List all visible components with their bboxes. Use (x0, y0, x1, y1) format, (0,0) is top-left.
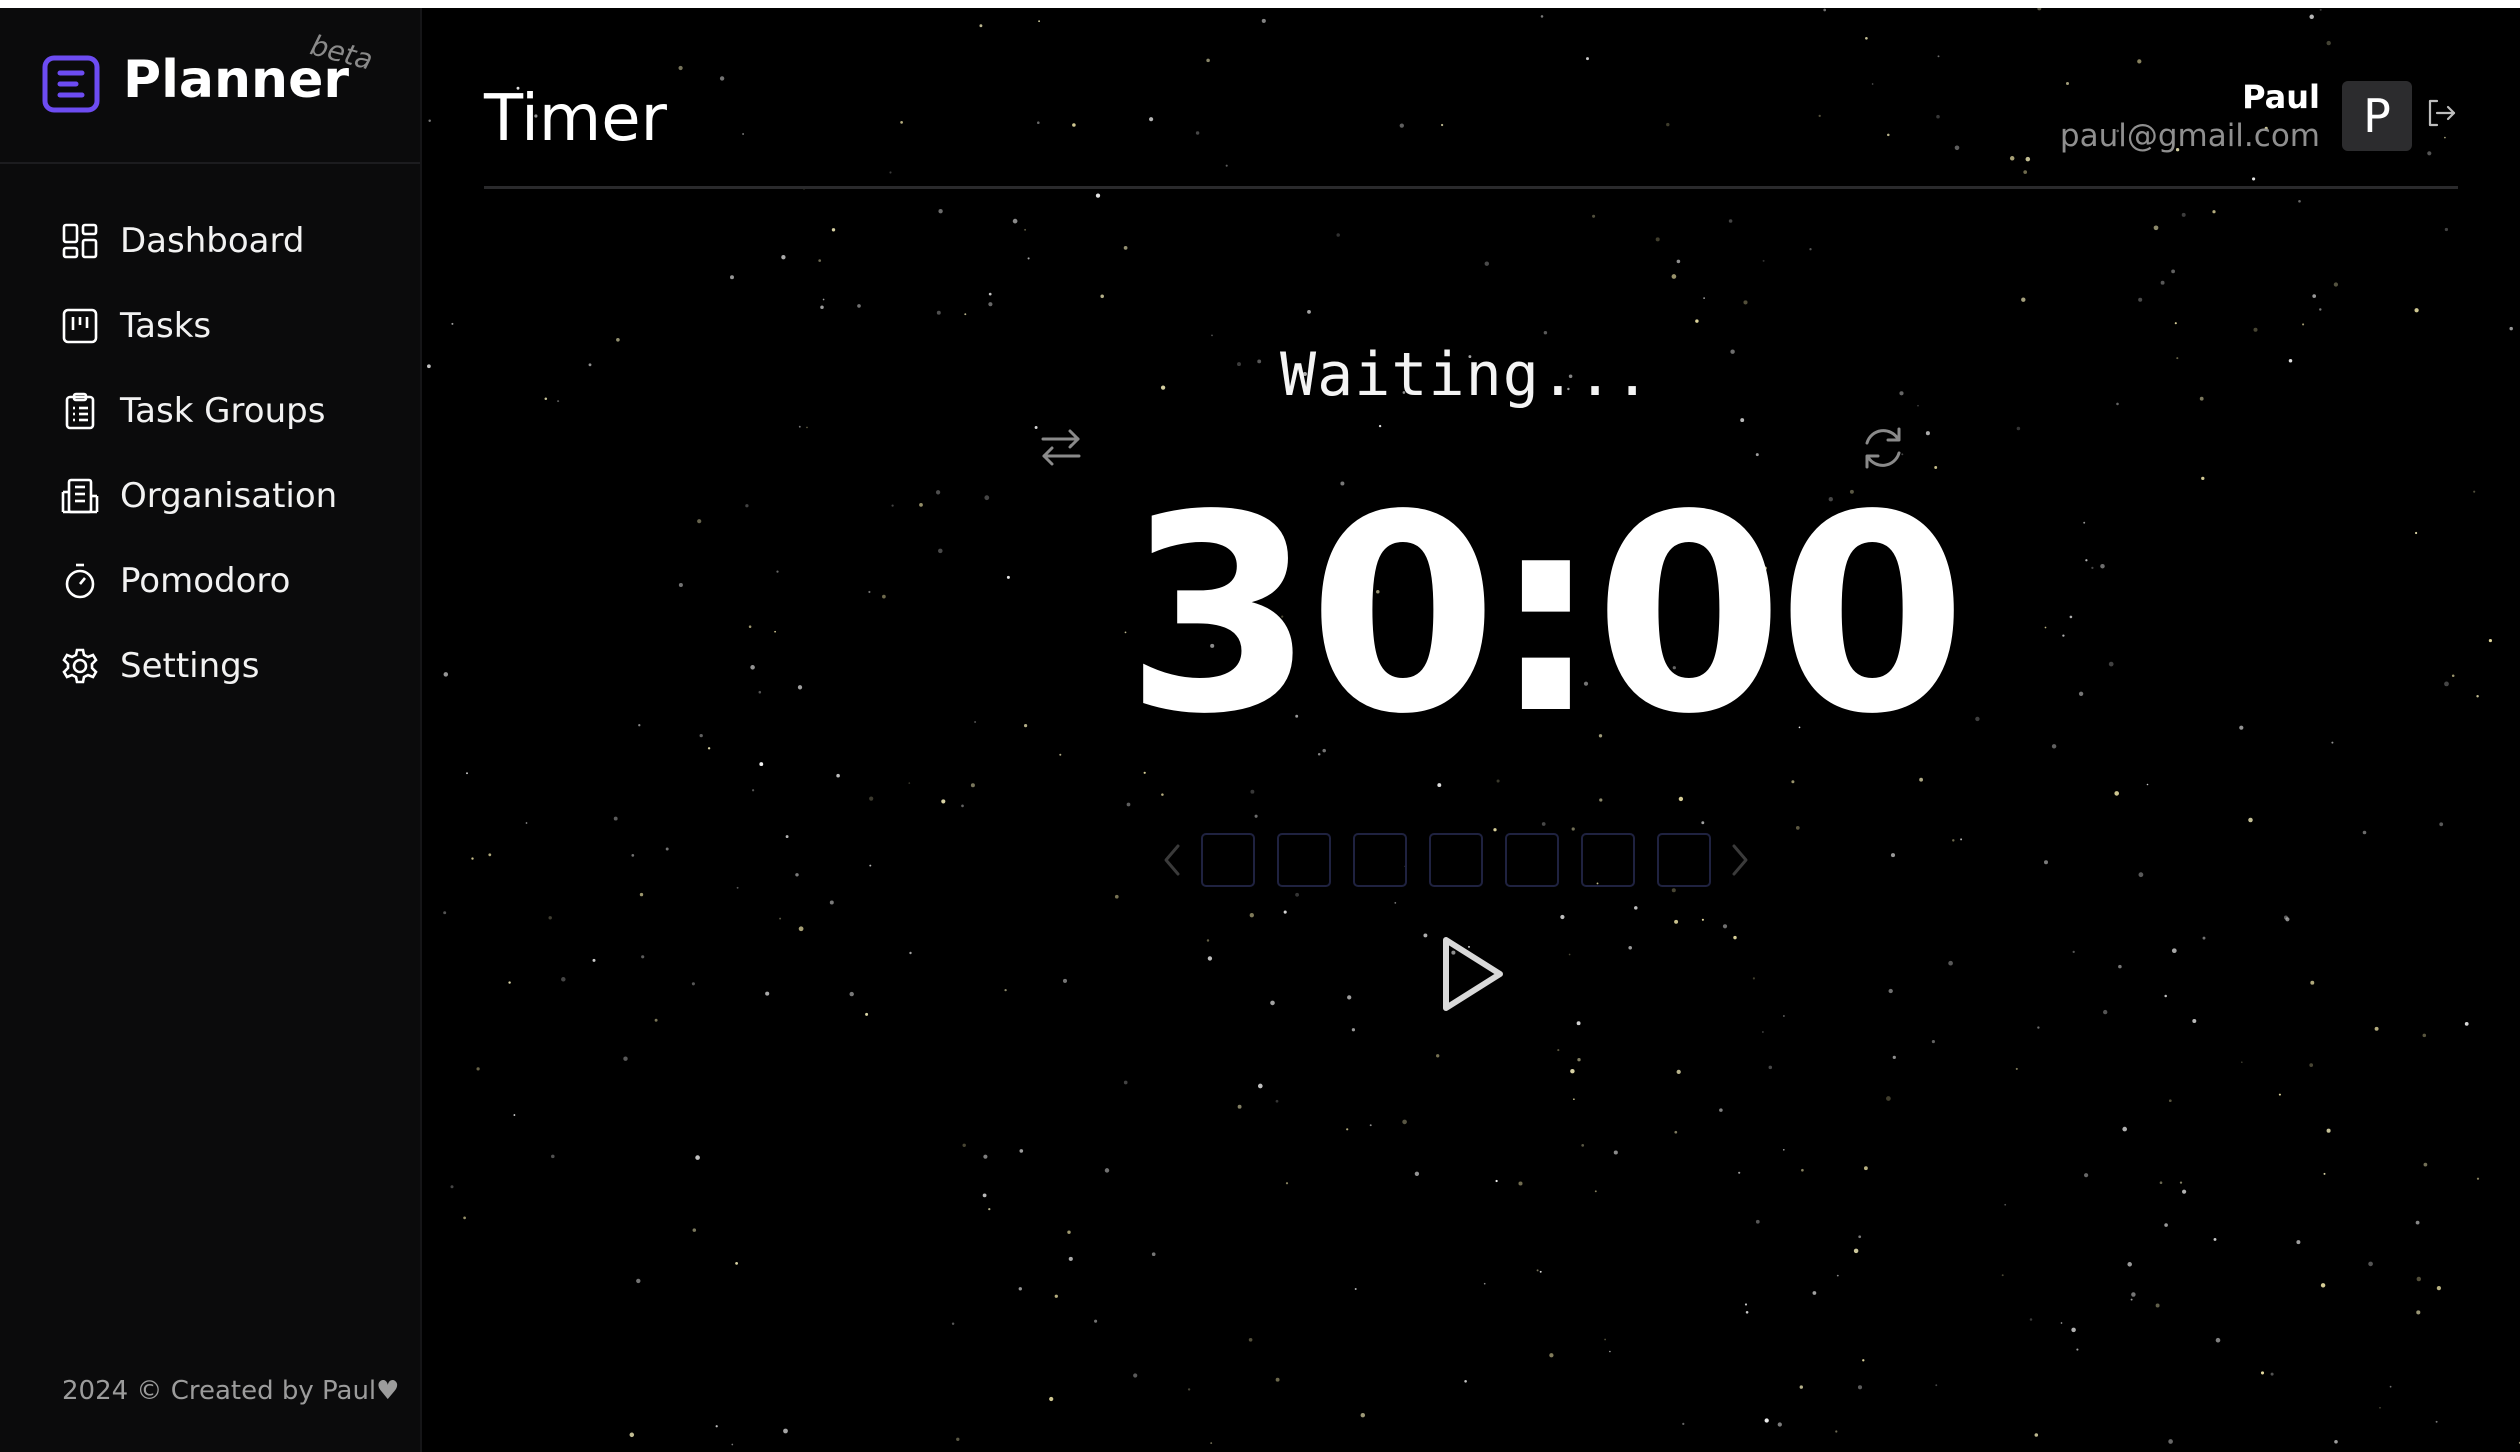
chevron-left-icon (1164, 844, 1180, 876)
session-slot (1505, 833, 1559, 887)
session-slot (1581, 833, 1635, 887)
session-slot (1429, 833, 1483, 887)
user-email: paul@gmail.com (2059, 118, 2320, 154)
timer-display: 30:00 (1125, 458, 1967, 774)
session-slot (1353, 833, 1407, 887)
sidebar-item-tasks[interactable]: Tasks (0, 283, 420, 368)
dashboard-icon (62, 223, 98, 258)
footer-credit: 2024 © Created by Paul♥ (62, 1376, 400, 1406)
sidebar-item-organisation[interactable]: Organisation (0, 453, 420, 538)
session-slot (1657, 833, 1711, 887)
sidebar-item-dashboard[interactable]: Dashboard (0, 198, 420, 283)
avatar[interactable]: P (2342, 81, 2412, 151)
play-button[interactable] (1438, 934, 1508, 1014)
window-top-border (0, 0, 2520, 8)
sidebar-item-label: Tasks (120, 305, 212, 346)
brand[interactable]: Planner beta (0, 8, 420, 164)
sidebar-item-task-groups[interactable]: Task Groups (0, 368, 420, 453)
session-pager (1154, 832, 1758, 888)
building-icon (61, 478, 99, 513)
header-divider (484, 186, 2458, 189)
sidebar-item-label: Settings (120, 645, 260, 686)
session-slot (1277, 833, 1331, 887)
stopwatch-icon (65, 563, 95, 598)
sidebar-item-label: Pomodoro (120, 560, 291, 601)
logout-icon[interactable] (2424, 96, 2458, 130)
gear-icon (62, 648, 98, 683)
swap-icon[interactable] (1038, 424, 1084, 470)
previous-session-button[interactable] (1154, 840, 1190, 880)
chevron-right-icon (1732, 844, 1748, 876)
clipboard-icon (65, 392, 95, 429)
kanban-icon (62, 308, 98, 343)
page-title: Timer (484, 82, 667, 156)
sidebar-item-settings[interactable]: Settings (0, 623, 420, 708)
planner-logo-icon (42, 55, 100, 113)
session-slot (1201, 833, 1255, 887)
timer-status: Waiting... (1280, 340, 1652, 410)
user-name: Paul (2242, 78, 2320, 116)
sidebar-item-label: Task Groups (120, 390, 326, 431)
sidebar-item-label: Organisation (120, 475, 338, 516)
sidebar-nav: Dashboard Tasks Task Groups Organisation… (0, 198, 420, 708)
sidebar-item-pomodoro[interactable]: Pomodoro (0, 538, 420, 623)
next-session-button[interactable] (1722, 840, 1758, 880)
sidebar-item-label: Dashboard (120, 220, 305, 261)
sidebar: Planner beta Dashboard Tasks Task Groups… (0, 8, 422, 1452)
